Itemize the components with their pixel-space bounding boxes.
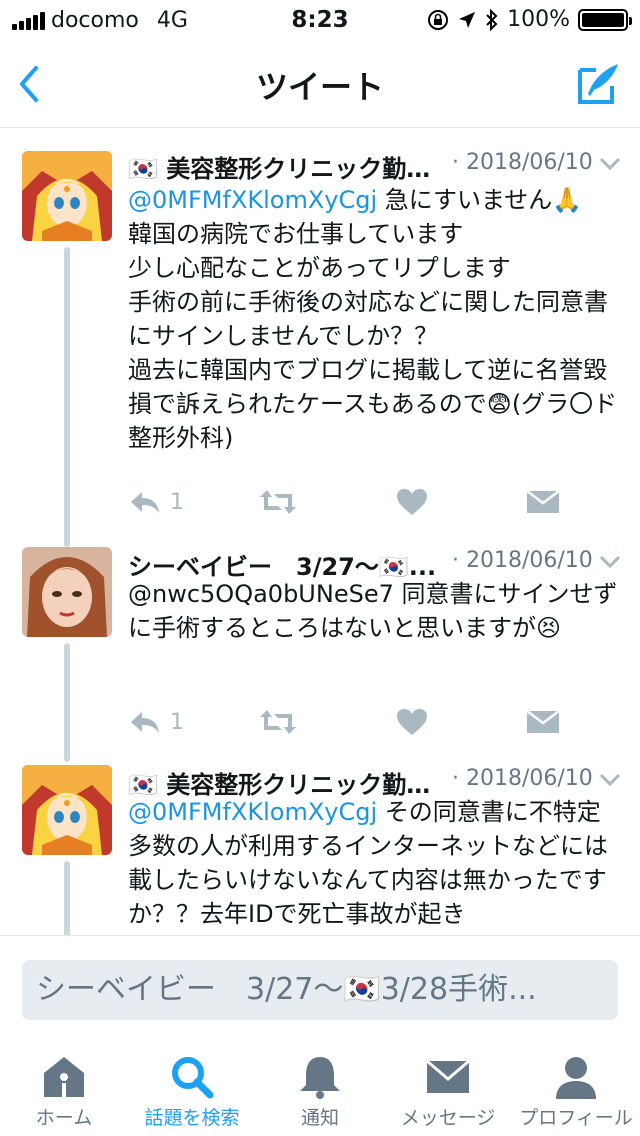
tweet-date[interactable]: · 2018/06/10	[452, 766, 593, 791]
tab-home[interactable]: ホーム	[0, 1041, 128, 1136]
retweet-button[interactable]	[258, 482, 298, 522]
page-title: ツイート	[255, 68, 384, 106]
location-arrow-icon	[459, 11, 476, 28]
reply-count: 1	[170, 489, 184, 515]
direct-message-button[interactable]	[526, 482, 560, 522]
avatar-image	[22, 151, 112, 241]
tweet-actions: 1	[128, 702, 598, 742]
reply-button[interactable]: 1	[128, 482, 184, 522]
reply-composer-area: シーベイビー 3/27〜🇰🇷3/28手術...	[0, 935, 640, 1041]
direct-message-button[interactable]	[526, 702, 560, 742]
tweet-date[interactable]: · 2018/06/10	[452, 150, 593, 175]
battery-level	[582, 12, 624, 27]
person-icon	[556, 1057, 596, 1099]
tab-profile[interactable]: プロフィール	[512, 1041, 640, 1136]
compose-tweet-button[interactable]	[574, 60, 622, 108]
orientation-lock-icon	[428, 9, 449, 30]
tweet[interactable]: 🇰🇷 美容整形クリニック勤務... · 2018/06/10 @0MFMfXKl…	[0, 765, 640, 935]
avatar[interactable]	[22, 547, 112, 637]
tab-notifications[interactable]: 通知	[256, 1041, 384, 1136]
tweet-actions: 1	[128, 482, 598, 522]
search-icon	[172, 1057, 214, 1099]
battery-icon	[578, 8, 632, 31]
home-icon	[44, 1057, 84, 1097]
heart-icon	[397, 489, 427, 515]
heart-icon	[397, 709, 427, 735]
avatar[interactable]	[22, 765, 112, 855]
tab-search[interactable]: 話題を検索	[128, 1041, 256, 1136]
tab-label: ホーム	[35, 1107, 93, 1129]
tweet-header: シーベイビー 3/27〜🇰🇷... · 2018/06/10	[128, 547, 628, 581]
tab-messages[interactable]: メッセージ	[384, 1041, 512, 1136]
tweet-header: 🇰🇷 美容整形クリニック勤務... · 2018/06/10	[128, 765, 628, 799]
chevron-down-icon[interactable]	[598, 155, 622, 173]
avatar-image	[22, 547, 112, 637]
reply-count: 1	[170, 709, 184, 735]
tweet-text: @0MFMfXKlomXyCgj 急にすいません🙏 韓国の病院でお仕事しています…	[128, 183, 624, 455]
envelope-icon	[426, 1059, 470, 1093]
navigation-bar: ツイート	[0, 40, 640, 128]
reply-button[interactable]: 1	[128, 702, 184, 742]
author-name[interactable]: 🇰🇷 美容整形クリニック勤務...	[128, 149, 448, 184]
reply-icon	[131, 712, 159, 733]
tweet[interactable]: シーベイビー 3/27〜🇰🇷... · 2018/06/10 @nwc5OQa0…	[0, 547, 640, 762]
tab-label: メッセージ	[400, 1107, 496, 1129]
envelope-icon	[526, 490, 560, 513]
tab-label: 通知	[300, 1107, 339, 1129]
reply-icon	[131, 492, 159, 513]
conversation-timeline[interactable]: 🇰🇷 美容整形クリニック勤務... · 2018/06/10 @0MFMfXKl…	[0, 129, 640, 935]
bluetooth-icon	[486, 8, 498, 31]
tweet-content: @nwc5OQa0bUNeSe7 同意書にサインせずに手術するところはないと思い…	[128, 580, 618, 642]
thread-line	[64, 643, 70, 762]
status-icons: 100%	[427, 7, 632, 32]
thread-line	[64, 247, 70, 547]
retweet-icon	[260, 710, 296, 734]
status-bar: docomo 4G 8:23 100%	[0, 0, 640, 40]
avatar[interactable]	[22, 151, 112, 241]
chevron-down-icon[interactable]	[598, 771, 622, 789]
tweet-text: @0MFMfXKlomXyCgj その同意書に不特定多数の人が利用するインターネ…	[128, 795, 624, 931]
tweet-text: @nwc5OQa0bUNeSe7 同意書にサインせずに手術するところはないと思い…	[128, 577, 624, 645]
reply-input[interactable]: シーベイビー 3/27〜🇰🇷3/28手術...	[22, 960, 618, 1020]
avatar-image	[22, 765, 112, 855]
retweet-button[interactable]	[258, 702, 298, 742]
tweet-date[interactable]: · 2018/06/10	[452, 548, 593, 573]
compose-tweet-icon	[578, 64, 618, 104]
like-button[interactable]	[396, 702, 428, 742]
tweet[interactable]: 🇰🇷 美容整形クリニック勤務... · 2018/06/10 @0MFMfXKl…	[0, 129, 640, 547]
tab-label: 話題を検索	[144, 1107, 240, 1129]
like-button[interactable]	[396, 482, 428, 522]
bell-icon	[300, 1057, 340, 1099]
tab-bar: ホーム 話題を検索 通知 メッセージ プロフィール	[0, 1041, 640, 1136]
battery-percent: 100%	[507, 7, 570, 32]
mention-link[interactable]: @0MFMfXKlomXyCgj	[128, 798, 377, 826]
retweet-icon	[260, 490, 296, 514]
mention-link[interactable]: @0MFMfXKlomXyCgj	[128, 186, 377, 214]
thread-line	[64, 861, 70, 935]
tweet-header: 🇰🇷 美容整形クリニック勤務... · 2018/06/10	[128, 149, 628, 183]
chevron-down-icon[interactable]	[598, 553, 622, 571]
envelope-icon	[526, 710, 560, 733]
tweet-content: 急にすいません🙏 韓国の病院でお仕事しています 少し心配なことがあってリプします…	[128, 186, 618, 452]
tab-label: プロフィール	[519, 1107, 633, 1129]
